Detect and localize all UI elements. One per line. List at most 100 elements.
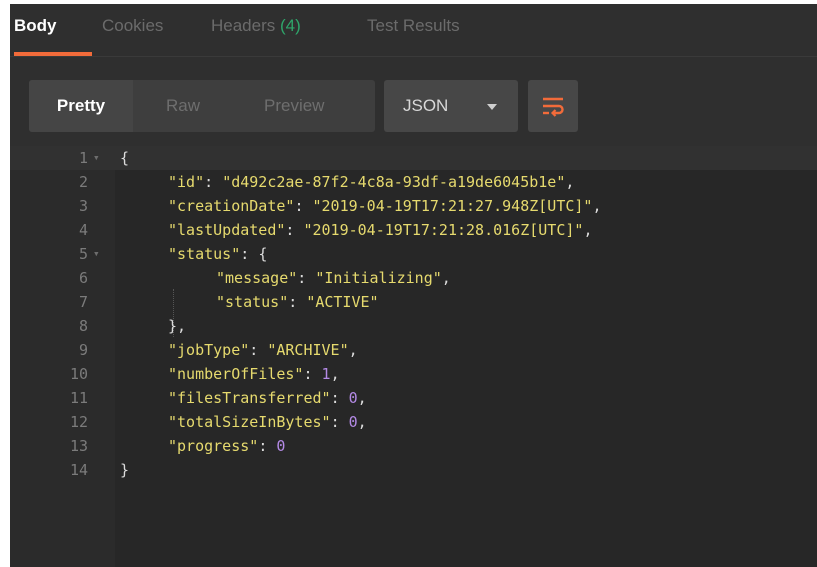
json-key: "lastUpdated" <box>168 221 286 239</box>
line-number: 1 <box>78 149 88 167</box>
json-key: "creationDate" <box>168 197 295 215</box>
preview-button[interactable]: Preview <box>264 80 324 132</box>
json-colon: : <box>288 293 307 311</box>
code-text: "jobType": "ARCHIVE", <box>168 338 358 362</box>
json-punctuation: , <box>348 341 358 359</box>
line-number: 3 <box>78 197 88 215</box>
response-tab-bar: Body Cookies Headers (4) Test Results <box>10 4 817 57</box>
headers-count-badge: (4) <box>280 16 301 35</box>
json-value: "ARCHIVE" <box>267 341 349 359</box>
tab-headers-label: Headers <box>211 16 276 35</box>
json-colon: : <box>258 437 277 455</box>
json-punctuation: , <box>330 365 340 383</box>
json-key: "totalSizeInBytes" <box>168 413 331 431</box>
fold-arrow-icon[interactable]: ▾ <box>93 146 100 170</box>
json-value: { <box>258 245 268 263</box>
raw-button[interactable]: Raw <box>166 80 200 132</box>
code-line: 4 "lastUpdated": "2019-04-19T17:21:28.016… <box>10 218 817 242</box>
json-key: "jobType" <box>168 341 250 359</box>
json-value: 0 <box>348 389 358 407</box>
tab-cookies[interactable]: Cookies <box>102 16 163 36</box>
line-number: 12 <box>69 413 88 431</box>
line-number: 5 <box>78 245 88 263</box>
code-line: 1 ▾ { <box>10 146 817 170</box>
code-text: "lastUpdated": "2019-04-19T17:21:28.016Z… <box>168 218 592 242</box>
code-text: "filesTransferred": 0, <box>168 386 367 410</box>
response-panel: Body Cookies Headers (4) Test Results Pr… <box>10 4 817 567</box>
line-number: 11 <box>69 389 88 407</box>
json-value: 0 <box>276 437 286 455</box>
json-colon: : <box>330 389 349 407</box>
wrap-lines-icon <box>543 97 564 117</box>
code-line: 8}, <box>10 314 817 338</box>
fold-arrow-icon[interactable]: ▾ <box>93 242 100 266</box>
json-punctuation: , <box>565 173 575 191</box>
json-value: 0 <box>348 413 358 431</box>
tab-headers[interactable]: Headers (4) <box>211 16 301 36</box>
code-line: 12 "totalSizeInBytes": 0, <box>10 410 817 434</box>
json-value: "ACTIVE" <box>306 293 379 311</box>
code-text: "id": "d492c2ae-87f2-4c8a-93df-a19de6045… <box>168 170 574 194</box>
json-colon: : <box>240 245 259 263</box>
json-value: "2019-04-19T17:21:28.016Z[UTC]" <box>303 221 584 239</box>
code-text: "numberOfFiles": 1, <box>168 362 340 386</box>
code-line: 9 "jobType": "ARCHIVE", <box>10 338 817 362</box>
json-colon: : <box>285 221 304 239</box>
json-punctuation: , <box>357 413 367 431</box>
json-value: "2019-04-19T17:21:27.948Z[UTC]" <box>312 197 593 215</box>
json-key: "filesTransferred" <box>168 389 331 407</box>
json-key: "status" <box>168 245 241 263</box>
pretty-button[interactable]: Pretty <box>29 80 133 132</box>
json-value: "d492c2ae-87f2-4c8a-93df-a19de6045b1e" <box>222 173 566 191</box>
tab-test-results[interactable]: Test Results <box>367 16 460 36</box>
code-text: }, <box>168 314 186 338</box>
json-brace: { <box>120 149 130 167</box>
view-mode-switch: Pretty Raw Preview <box>29 80 375 132</box>
json-colon: : <box>297 269 316 287</box>
code-line: 11 "filesTransferred": 0, <box>10 386 817 410</box>
code-line: 7 "status": "ACTIVE" <box>10 290 817 314</box>
line-number: 8 <box>78 317 88 335</box>
json-key: "progress" <box>168 437 259 455</box>
format-dropdown-value: JSON <box>403 96 449 115</box>
code-line: 13 "progress": 0 <box>10 434 817 458</box>
line-number: 10 <box>69 365 88 383</box>
wrap-lines-button[interactable] <box>528 80 578 132</box>
caret-down-icon <box>487 104 497 110</box>
code-text: "status": { <box>168 242 267 266</box>
line-number: 9 <box>78 341 88 359</box>
line-number: 13 <box>69 437 88 455</box>
code-text: "message": "Initializing", <box>216 266 451 290</box>
code-text: "totalSizeInBytes": 0, <box>168 410 367 434</box>
tab-body[interactable]: Body <box>14 16 57 36</box>
code-line: 5 ▾ "status": { <box>10 242 817 266</box>
line-number: 14 <box>69 461 88 479</box>
json-punctuation: , <box>592 197 602 215</box>
code-text: { <box>120 146 129 170</box>
json-key: "numberOfFiles" <box>168 365 304 383</box>
code-line: 10 "numberOfFiles": 1, <box>10 362 817 386</box>
code-text: "status": "ACTIVE" <box>216 290 379 314</box>
active-tab-indicator <box>14 52 92 56</box>
code-line: 3 "creationDate": "2019-04-19T17:21:27.94… <box>10 194 817 218</box>
line-number: 6 <box>78 269 88 287</box>
code-text: } <box>120 458 129 482</box>
json-colon: : <box>303 365 322 383</box>
code-text: "progress": 0 <box>168 434 285 458</box>
line-number: 4 <box>78 221 88 239</box>
json-key: "id" <box>168 173 205 191</box>
code-line: 6 "message": "Initializing", <box>10 266 817 290</box>
json-punctuation: , <box>357 389 367 407</box>
json-punctuation: , <box>583 221 593 239</box>
json-brace: } <box>120 461 130 479</box>
json-key: "status" <box>216 293 289 311</box>
json-colon: : <box>294 197 313 215</box>
json-colon: : <box>330 413 349 431</box>
format-dropdown[interactable]: JSON <box>384 80 518 132</box>
response-body-editor[interactable]: 1 ▾ {2 "id": "d492c2ae-87f2-4c8a-93df-a19de… <box>10 146 817 567</box>
json-brace: }, <box>168 317 187 335</box>
code-text: "creationDate": "2019-04-19T17:21:27.948… <box>168 194 602 218</box>
json-value: 1 <box>321 365 331 383</box>
line-number: 2 <box>78 173 88 191</box>
line-number: 7 <box>78 293 88 311</box>
